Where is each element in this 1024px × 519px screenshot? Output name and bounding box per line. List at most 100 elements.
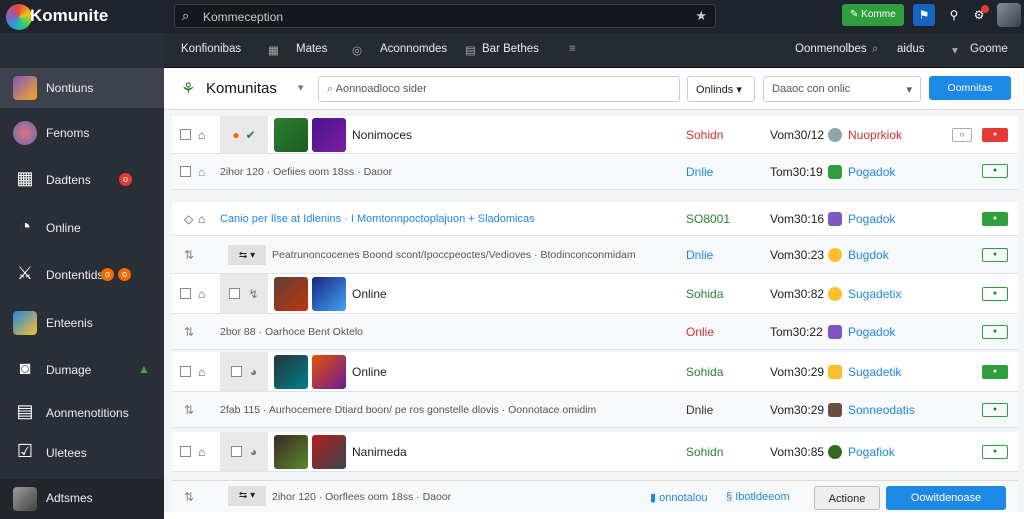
bottom-link[interactable]: § Ibotldeeom bbox=[726, 491, 790, 503]
online-filter[interactable]: Onlinds ▾ bbox=[687, 76, 755, 102]
row-user[interactable]: Pogadok bbox=[848, 165, 895, 179]
table-row[interactable]: ◇ ⌂ Canio per Ilse at Idlenins · I Momto… bbox=[172, 202, 1018, 236]
row-checkbox[interactable] bbox=[180, 446, 191, 457]
sidebar-item-nontiuns[interactable]: Nontiuns bbox=[0, 68, 164, 108]
sidebar-item-online[interactable]: ◔ Online bbox=[0, 208, 164, 248]
row-checkbox[interactable] bbox=[180, 129, 191, 140]
home-icon[interactable]: ⌂ bbox=[198, 352, 205, 391]
subnav-right-item[interactable]: aidus bbox=[897, 43, 925, 55]
list-icon[interactable]: ≡ bbox=[569, 43, 576, 55]
row-time: Vom30:29 bbox=[770, 364, 825, 379]
primary-action-button[interactable]: Oowitdenoase bbox=[886, 486, 1006, 510]
user-avatar[interactable] bbox=[997, 3, 1021, 27]
row-action-button[interactable]: ● bbox=[982, 212, 1008, 226]
chevron-down-icon[interactable]: ▾ bbox=[298, 81, 304, 94]
subnav-item[interactable]: Mates bbox=[296, 43, 327, 55]
row-user[interactable]: Sugadetix bbox=[848, 287, 901, 301]
bell-icon[interactable]: ⚲ bbox=[943, 4, 965, 26]
sort-select[interactable]: Daaoc con onlic ▾ bbox=[763, 76, 921, 102]
sidebar-item-dontentids[interactable]: ⚔ Dontentids o o bbox=[0, 255, 164, 295]
table-row[interactable]: ⌂ ◕ Online Sohida Vom30:29 Sugadetik ● bbox=[172, 352, 1018, 392]
home-icon[interactable]: ⌂ bbox=[198, 116, 205, 153]
row-status: Sohidn bbox=[686, 127, 724, 142]
flag-icon[interactable]: ⚑ bbox=[913, 4, 935, 26]
chat-icon[interactable]: ◎ bbox=[352, 43, 362, 57]
search-icon[interactable]: ⌕ bbox=[872, 43, 878, 56]
row-action-button[interactable]: ● bbox=[982, 128, 1008, 142]
expand-toggle[interactable]: ⇆ ▾ bbox=[228, 245, 266, 265]
thumbnail bbox=[312, 117, 346, 152]
row-action-button[interactable]: ● bbox=[982, 403, 1008, 417]
home-icon[interactable]: ⌂ bbox=[198, 202, 205, 235]
row-checkbox[interactable] bbox=[180, 166, 191, 177]
sidebar-item-adtsmes[interactable]: Adtsmes bbox=[0, 479, 164, 519]
sidebar-item-label: Adtsmes bbox=[46, 491, 93, 505]
app-logo[interactable] bbox=[6, 4, 32, 30]
row-user[interactable]: Pogafiok bbox=[848, 445, 895, 459]
sidebar-item-enteenis[interactable]: Enteenis bbox=[0, 303, 164, 343]
thumbnail bbox=[274, 434, 308, 469]
subnav-right-item[interactable]: Goome bbox=[970, 43, 1008, 55]
subnav-right-item[interactable]: Oonmenolbes bbox=[795, 43, 867, 55]
expand-toggle[interactable]: ⇆ ▾ bbox=[228, 486, 266, 506]
table-row[interactable]: ⌂ ↯ Online Sohida Vom30:82 Sugadetix ● bbox=[172, 274, 1018, 314]
row-checkbox[interactable] bbox=[180, 366, 191, 377]
doc-icon[interactable]: ▤ bbox=[465, 43, 476, 57]
sidebar-item-fenoms[interactable]: Fenoms bbox=[0, 113, 164, 153]
table-row[interactable]: ⇅ 2bor 88 · Oarhoce Bent Oktelo Onlie To… bbox=[172, 314, 1018, 350]
row-user[interactable]: Sonneodatis bbox=[848, 403, 915, 417]
user-icon bbox=[828, 247, 842, 262]
secondary-action-button[interactable]: Actione bbox=[814, 486, 880, 510]
home-icon[interactable]: ⌂ bbox=[198, 432, 205, 471]
subnav-item[interactable]: Bar Bethes bbox=[482, 43, 539, 55]
row-user[interactable]: Nuoprkiok bbox=[848, 128, 902, 142]
row-user[interactable]: Bugdok bbox=[848, 248, 889, 262]
community-search-input[interactable]: ⌕ Aonnoadloco sider bbox=[318, 76, 680, 102]
thumbnail bbox=[312, 434, 346, 469]
row-action-button[interactable]: ● bbox=[982, 325, 1008, 339]
table-row[interactable]: ⇅ 2fab 115 · Aurhocemere Dtiard boon/ pe… bbox=[172, 392, 1018, 428]
search-text: Kommeception bbox=[203, 10, 284, 24]
thumbnail bbox=[274, 117, 308, 152]
sidebar-item-aonmenotitions[interactable]: ▤ Aonmenotitions bbox=[0, 393, 164, 433]
communities-button[interactable]: Oomnitas bbox=[929, 76, 1011, 100]
list-toolbar: ⚘ Komunitas ▾ ⌕ Aonnoadloco sider Onlind… bbox=[164, 68, 1024, 110]
sidebar-item-dadtens[interactable]: ▦ Dadtens o bbox=[0, 160, 164, 200]
sidebar-item-uletees[interactable]: ☑ Uletees bbox=[0, 433, 164, 473]
row-action-button[interactable]: ● bbox=[982, 287, 1008, 301]
subnav-item[interactable]: Konfionibas bbox=[181, 43, 241, 55]
top-green-button[interactable]: ✎ Komme bbox=[842, 4, 904, 26]
sidebar-item-label: Online bbox=[46, 221, 81, 235]
row-badges: ◕ bbox=[220, 352, 268, 391]
chevron-down-icon[interactable]: ▾ bbox=[952, 43, 958, 57]
row-user[interactable]: Pogadok bbox=[848, 325, 895, 339]
row-action-button[interactable]: ● bbox=[982, 248, 1008, 262]
star-icon[interactable]: ★ bbox=[695, 8, 707, 24]
subnav-item[interactable]: Aconnomdes bbox=[380, 43, 447, 55]
search-icon: ⌕ bbox=[327, 83, 336, 95]
grid-icon[interactable]: ▦ bbox=[268, 43, 279, 57]
row-time: Tom30:22 bbox=[770, 324, 823, 339]
row-user[interactable]: Pogadok bbox=[848, 212, 895, 226]
sidebar-item-label: Aonmenotitions bbox=[46, 406, 129, 420]
user-icon bbox=[828, 364, 842, 379]
table-row[interactable]: ⌂ 2ihor 120 · Oefiies oom 18ss · Daoor D… bbox=[172, 154, 1018, 190]
home-icon[interactable]: ⌂ bbox=[198, 274, 205, 313]
global-search[interactable]: ⌕ Kommeception ★ bbox=[174, 4, 716, 28]
table-row[interactable]: ⇅ ⇆ ▾ Peatrunoncocenes Boond scont/Ipocc… bbox=[172, 236, 1018, 274]
toggle-icon[interactable]: ○ bbox=[952, 127, 972, 142]
check-icon: ☑ bbox=[16, 441, 34, 461]
row-name: Online bbox=[352, 364, 387, 379]
row-link[interactable]: Canio per Ilse at Idlenins · I Momtonnpo… bbox=[220, 202, 535, 235]
home-icon[interactable]: ⌂ bbox=[198, 154, 205, 189]
table-row[interactable]: ⌂ ◕ Nanimeda Sohidn Vom30:85 Pogafiok ● bbox=[172, 432, 1018, 472]
row-action-button[interactable]: ● bbox=[982, 445, 1008, 459]
row-user[interactable]: Sugadetik bbox=[848, 365, 901, 379]
sidebar-item-dumage[interactable]: ◙ Dumage ▲ bbox=[0, 350, 164, 390]
row-meta: Peatrunoncocenes Boond scont/Ipoccpeocte… bbox=[272, 248, 636, 261]
row-action-button[interactable]: ● bbox=[982, 164, 1008, 178]
row-action-button[interactable]: ● bbox=[982, 365, 1008, 379]
row-checkbox[interactable] bbox=[180, 288, 191, 299]
table-row[interactable]: ⌂ ● ✔ Nonimoces Sohidn Vom30/12 Nuoprkiok… bbox=[172, 116, 1018, 154]
bottom-link[interactable]: ▮ onnotalou bbox=[650, 491, 707, 504]
